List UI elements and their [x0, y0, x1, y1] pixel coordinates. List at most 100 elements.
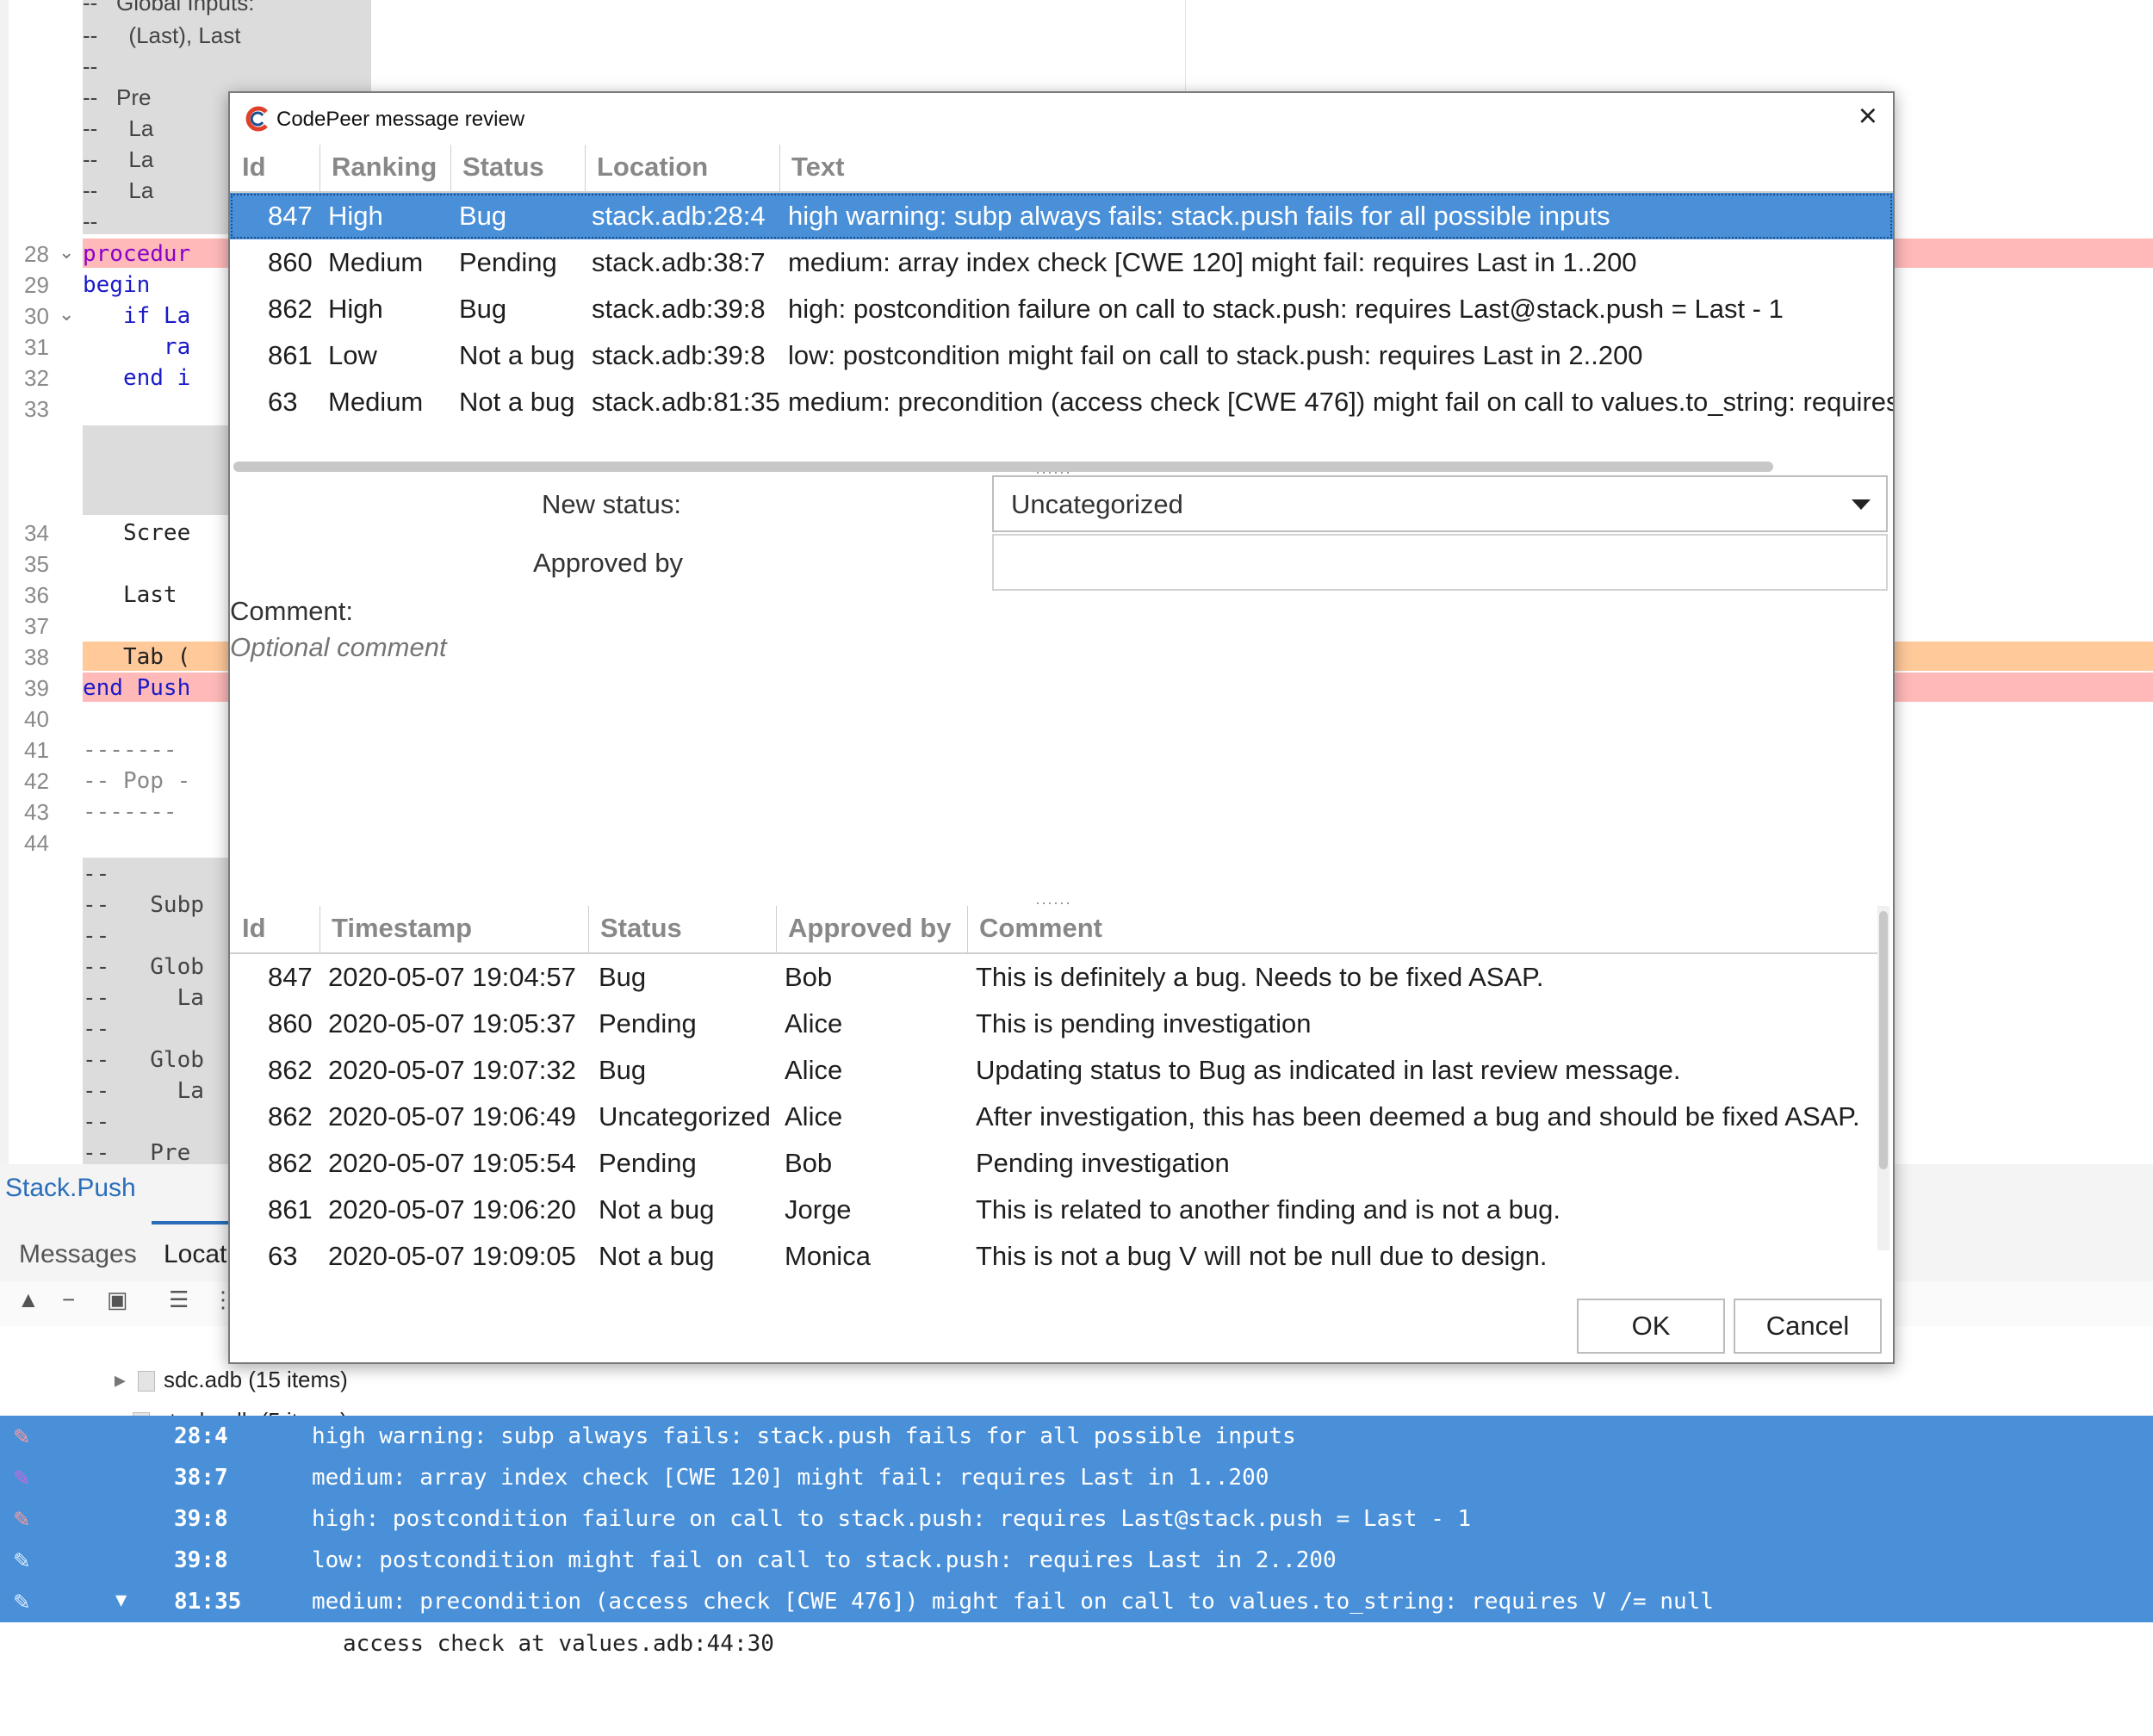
code-line: -- Pop -: [83, 768, 191, 794]
cell-text: high: postcondition failure on call to s…: [788, 294, 1784, 324]
column-separator: [588, 906, 589, 952]
line-number-gutter: 28 ⌄ 29 30 ⌄ 31 32 33 34 35 36 37 38 39 …: [9, 0, 83, 1164]
cell-id: 860: [268, 247, 313, 277]
message-review-dialog[interactable]: CodePeer message review × Id Ranking Sta…: [228, 91, 1895, 1364]
close-button[interactable]: ×: [1858, 98, 1877, 135]
approved-by-input[interactable]: [992, 534, 1888, 591]
code-line: begin: [83, 272, 151, 298]
dialog-titlebar[interactable]: CodePeer message review ×: [230, 93, 1893, 145]
history-row[interactable]: 862 2020-05-07 19:05:54 Pending Bob Pend…: [230, 1140, 1877, 1187]
code-line: -- Pre: [83, 1140, 191, 1166]
cell-id: 63: [268, 1241, 298, 1271]
cell-ranking: Medium: [328, 247, 424, 277]
message-row[interactable]: 847 High Bug stack.adb:28:4 high warning…: [230, 193, 1893, 239]
tree-child-item[interactable]: access check at values.adb:44:30: [343, 1631, 774, 1657]
column-separator: [776, 906, 777, 952]
cell-approved-by: Jorge: [785, 1194, 852, 1224]
tree-message-row[interactable]: ✎ 39:8 high: postcondition failure on ca…: [0, 1498, 2153, 1540]
cell-timestamp: 2020-05-07 19:07:32: [328, 1055, 576, 1085]
code-line: --: [83, 208, 98, 234]
column-header-ranking[interactable]: Ranking: [332, 152, 437, 183]
column-header-status[interactable]: Status: [462, 152, 544, 183]
cell-timestamp: 2020-05-07 19:05:54: [328, 1148, 576, 1178]
pencil-icon: ✎: [14, 1586, 30, 1616]
column-header-status[interactable]: Status: [600, 913, 682, 944]
list-icon[interactable]: ☰: [169, 1286, 189, 1313]
vertical-scrollbar-thumb[interactable]: [1879, 911, 1888, 1169]
fold-chevron-icon[interactable]: ⌄: [59, 241, 74, 264]
fold-chevron-icon[interactable]: ⌄: [59, 303, 74, 326]
history-row[interactable]: 862 2020-05-07 19:07:32 Bug Alice Updati…: [230, 1047, 1877, 1094]
message-row[interactable]: 861 Low Not a bug stack.adb:39:8 low: po…: [230, 332, 1893, 379]
line-number: 33: [24, 396, 49, 422]
horizontal-scrollbar-thumb[interactable]: [233, 462, 1773, 472]
tree-message-row[interactable]: ✎ 38:7 medium: array index check [CWE 12…: [0, 1457, 2153, 1498]
code-line: -- Global Inputs:: [83, 0, 255, 16]
locations-tree[interactable]: ▸sdc.adb (15 items) ▾stack.adb (5 items)…: [0, 1326, 2153, 1669]
breadcrumb[interactable]: Stack.Push: [5, 1174, 136, 1203]
line-number: 29: [24, 272, 49, 298]
ok-button[interactable]: OK: [1577, 1299, 1725, 1354]
column-header-comment[interactable]: Comment: [979, 913, 1102, 944]
column-header-location[interactable]: Location: [597, 152, 708, 183]
line-number: 44: [24, 830, 49, 856]
cell-id: 862: [268, 1101, 313, 1132]
code-line: -------: [83, 799, 177, 825]
new-status-select[interactable]: Uncategorized: [992, 475, 1888, 532]
cell-status: Bug: [459, 294, 507, 324]
message-row[interactable]: 63 Medium Not a bug stack.adb:81:35 medi…: [230, 379, 1893, 425]
tree-message-row[interactable]: ✎ 28:4 high warning: subp always fails: …: [0, 1416, 2153, 1457]
cell-ranking: High: [328, 294, 383, 324]
code-line: -- (Last), Last: [83, 22, 241, 48]
cell-status: Not a bug: [459, 340, 575, 370]
cell-status: Bug: [599, 962, 647, 992]
cell-comment: This is related to another finding and i…: [976, 1194, 1560, 1224]
cell-timestamp: 2020-05-07 19:05:37: [328, 1008, 576, 1038]
history-row[interactable]: 860 2020-05-07 19:05:37 Pending Alice Th…: [230, 1001, 1877, 1047]
column-separator: [585, 145, 586, 191]
code-line: Last: [83, 582, 177, 608]
cell-comment: This is not a bug V will not be null due…: [976, 1241, 1548, 1271]
code-line: --: [83, 861, 110, 887]
pencil-icon: ✎: [14, 1545, 30, 1575]
tree-message-row[interactable]: ✎ 39:8 low: postcondition might fail on …: [0, 1540, 2153, 1581]
cell-comment: Updating status to Bug as indicated in l…: [976, 1055, 1681, 1085]
code-line: --: [83, 53, 98, 79]
column-header-approved-by[interactable]: Approved by: [788, 913, 951, 944]
column-header-id[interactable]: Id: [242, 913, 266, 944]
history-row[interactable]: 847 2020-05-07 19:04:57 Bug Bob This is …: [230, 954, 1877, 1001]
codepeer-logo-icon: [245, 106, 268, 132]
message-row[interactable]: 860 Medium Pending stack.adb:38:7 medium…: [230, 239, 1893, 286]
message-row[interactable]: 862 High Bug stack.adb:39:8 high: postco…: [230, 286, 1893, 332]
cell-location: stack.adb:81:35: [592, 387, 780, 417]
cell-id: 861: [268, 340, 313, 370]
save-icon[interactable]: ▣: [107, 1286, 128, 1313]
active-tab-indicator: [152, 1221, 229, 1224]
line-number: 30: [24, 303, 49, 329]
collapse-icon[interactable]: −: [62, 1286, 75, 1313]
history-row[interactable]: 63 2020-05-07 19:09:05 Not a bug Monica …: [230, 1233, 1877, 1280]
code-line: -- Subp: [83, 892, 204, 918]
expand-triangle-icon[interactable]: ▼: [115, 1590, 127, 1611]
cell-status: Uncategorized: [599, 1101, 771, 1132]
cell-location: stack.adb:38:7: [592, 247, 766, 277]
code-line: -- Pre: [83, 84, 152, 110]
history-row[interactable]: 862 2020-05-07 19:06:49 Uncategorized Al…: [230, 1094, 1877, 1140]
cancel-button[interactable]: Cancel: [1734, 1299, 1882, 1354]
code-line: Scree: [83, 520, 191, 546]
message-position: 39:8: [174, 1506, 228, 1532]
column-header-id[interactable]: Id: [242, 152, 266, 183]
comment-label: Comment:: [230, 596, 353, 626]
code-line: -- La: [83, 1078, 204, 1104]
tab-locations[interactable]: Locat: [164, 1240, 226, 1269]
column-header-text[interactable]: Text: [791, 152, 844, 183]
tab-messages[interactable]: Messages: [19, 1240, 137, 1269]
column-header-timestamp[interactable]: Timestamp: [332, 913, 472, 944]
history-row[interactable]: 861 2020-05-07 19:06:20 Not a bug Jorge …: [230, 1187, 1877, 1233]
cell-status: Pending: [599, 1008, 697, 1038]
code-line: --: [83, 1016, 110, 1042]
tree-message-row[interactable]: ✎ ▼ 81:35 medium: precondition (access c…: [0, 1581, 2153, 1622]
cell-id: 860: [268, 1008, 313, 1038]
filter-icon[interactable]: ▲: [17, 1286, 40, 1313]
cell-status: Not a bug: [599, 1241, 715, 1271]
